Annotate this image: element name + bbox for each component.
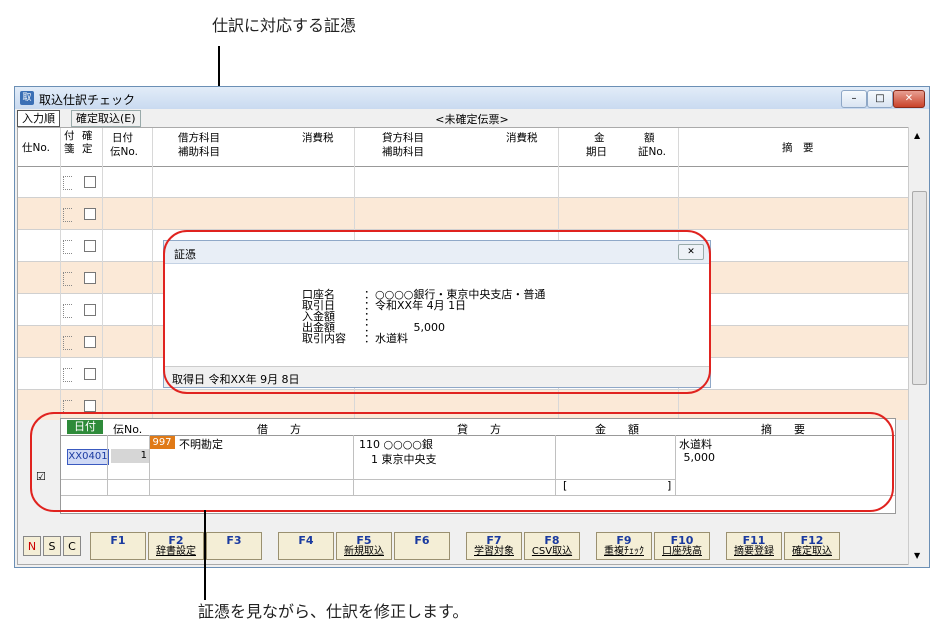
hdr-amount-b: 額 bbox=[644, 132, 655, 144]
minimize-button[interactable]: – bbox=[841, 90, 867, 108]
hdr-period: 期日 bbox=[586, 146, 607, 158]
app-icon: 取 bbox=[20, 91, 34, 105]
confirm-checkbox[interactable] bbox=[84, 368, 96, 380]
scroll-down-icon[interactable]: ▼ bbox=[914, 551, 920, 560]
scroll-up-icon[interactable]: ▲ bbox=[914, 131, 920, 140]
f2-button[interactable]: F2 辞書設定 bbox=[148, 532, 204, 560]
hdr-kakutei: 確 定 bbox=[82, 130, 93, 155]
hdr-debit-sub: 補助科目 bbox=[178, 146, 220, 158]
f3-button[interactable]: F3 bbox=[206, 532, 262, 560]
mode-n-button[interactable]: N bbox=[23, 536, 41, 556]
vertical-scrollbar[interactable]: ▲ ▼ bbox=[908, 127, 929, 565]
f8-button[interactable]: F8 CSV取込 bbox=[524, 532, 580, 560]
hdr-tax2: 消費税 bbox=[506, 132, 538, 144]
scroll-thumb[interactable] bbox=[912, 191, 927, 385]
hdr-voucher-no: 証No. bbox=[638, 146, 666, 158]
f10-button[interactable]: F10 口座残高 bbox=[654, 532, 710, 560]
hdr-amount-a: 金 bbox=[594, 132, 605, 144]
confirm-checkbox[interactable] bbox=[84, 176, 96, 188]
f5-button[interactable]: F5 新規取込 bbox=[336, 532, 392, 560]
confirm-checkbox[interactable] bbox=[84, 208, 96, 220]
confirm-checkbox[interactable] bbox=[84, 304, 96, 316]
hdr-credit-account: 貸方科目 bbox=[382, 132, 424, 144]
f4-button[interactable]: F4 bbox=[278, 532, 334, 560]
hdr-shiwake-no: 仕No. bbox=[22, 142, 50, 154]
f12-button[interactable]: F12 確定取込 bbox=[784, 532, 840, 560]
f1-button[interactable]: F1 bbox=[90, 532, 146, 560]
title-bar: 取 取込仕訳チェック – □ ✕ bbox=[15, 87, 929, 110]
hdr-denpyo-no: 伝No. bbox=[110, 146, 138, 158]
confirm-checkbox[interactable] bbox=[84, 400, 96, 412]
hdr-date: 日付 bbox=[112, 132, 133, 144]
unconfirmed-label: <未確定伝票> bbox=[435, 113, 509, 126]
hdr-fusen: 付 箋 bbox=[64, 130, 75, 155]
f6-button[interactable]: F6 bbox=[394, 532, 450, 560]
window-title: 取込仕訳チェック bbox=[39, 93, 136, 107]
f11-button[interactable]: F11 摘要登録 bbox=[726, 532, 782, 560]
callout-bottom: 証憑を見ながら、仕訳を修正します。 bbox=[198, 602, 469, 621]
mode-c-button[interactable]: C bbox=[63, 536, 81, 556]
f9-button[interactable]: F9 重複ﾁｪｯｸ bbox=[596, 532, 652, 560]
confirm-checkbox[interactable] bbox=[84, 240, 96, 252]
tab-bar: 入力順 確定取込(E) <未確定伝票> bbox=[15, 109, 929, 127]
hdr-credit-sub: 補助科目 bbox=[382, 146, 424, 158]
highlight-popup bbox=[163, 230, 711, 394]
f7-button[interactable]: F7 学習対象 bbox=[466, 532, 522, 560]
confirm-checkbox[interactable] bbox=[84, 336, 96, 348]
maximize-button[interactable]: □ bbox=[867, 90, 893, 108]
confirm-checkbox[interactable] bbox=[84, 272, 96, 284]
callout-top: 仕訳に対応する証憑 bbox=[212, 16, 357, 35]
hdr-summary: 摘 要 bbox=[782, 142, 814, 154]
close-button[interactable]: ✕ bbox=[893, 90, 925, 108]
hdr-debit-account: 借方科目 bbox=[178, 132, 220, 144]
mode-s-button[interactable]: S bbox=[43, 536, 61, 556]
highlight-edit bbox=[30, 412, 894, 512]
hdr-tax1: 消費税 bbox=[302, 132, 334, 144]
